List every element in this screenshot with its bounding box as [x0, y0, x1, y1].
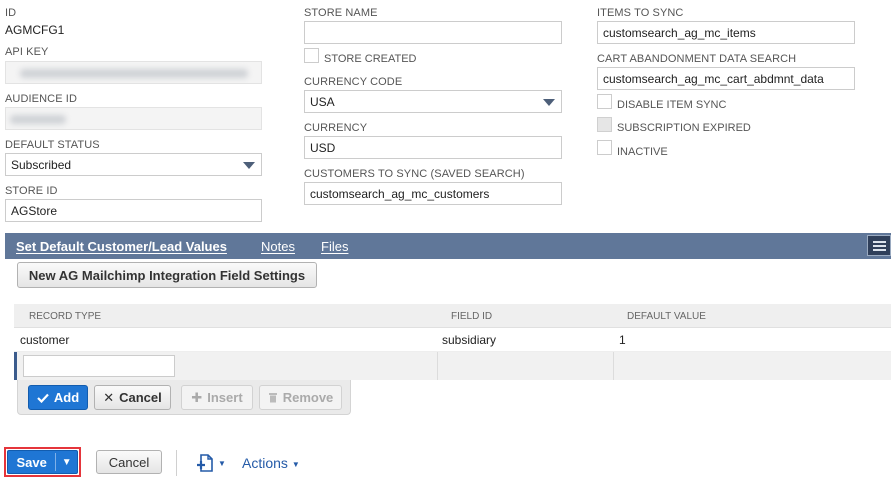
audience-id-field-redacted[interactable] — [5, 107, 262, 130]
currency-code-label: CURRENCY CODE — [304, 76, 403, 88]
customers-to-sync-label: CUSTOMERS TO SYNC (SAVED SEARCH) — [304, 168, 525, 180]
cart-abandonment-field[interactable]: customsearch_ag_mc_cart_abdmnt_data — [597, 67, 855, 90]
edit-row — [14, 352, 891, 380]
audience-id-label: AUDIENCE ID — [5, 93, 77, 105]
col-field-id: FIELD ID — [451, 311, 493, 322]
default-status-label: DEFAULT STATUS — [5, 139, 100, 151]
new-document-icon — [197, 454, 213, 472]
default-status-select[interactable]: Subscribed — [5, 153, 262, 176]
store-name-label: STORE NAME — [304, 7, 378, 19]
api-key-label: API KEY — [5, 46, 49, 58]
table-row[interactable]: customer subsidiary 1 — [14, 328, 891, 352]
chevron-down-icon — [243, 162, 255, 169]
currency-field[interactable]: USD — [304, 136, 562, 159]
add-button[interactable]: Add — [28, 385, 88, 410]
actions-menu[interactable]: Actions ▼ — [242, 455, 300, 471]
store-id-value: AGStore — [11, 204, 58, 218]
id-value: AGMCFG1 — [5, 23, 65, 37]
sublist-header: RECORD TYPE FIELD ID DEFAULT VALUE — [14, 304, 891, 328]
store-created-label: STORE CREATED — [324, 53, 417, 65]
plus-icon: ✚ — [191, 389, 203, 405]
close-icon: ✕ — [103, 389, 115, 405]
col-record-type: RECORD TYPE — [29, 311, 102, 322]
cart-abandonment-value: customsearch_ag_mc_cart_abdmnt_data — [603, 72, 824, 86]
dropdown-arrow-icon[interactable]: ▼ — [56, 457, 77, 468]
trash-icon — [268, 393, 277, 403]
tab-files[interactable]: Files — [321, 239, 348, 254]
row-cancel-label: Cancel — [119, 390, 162, 405]
chevron-down-icon — [543, 99, 555, 106]
redacted-text — [20, 69, 248, 78]
tab-set-default-values[interactable]: Set Default Customer/Lead Values — [16, 239, 227, 254]
redacted-text — [10, 115, 66, 124]
menu-icon[interactable] — [867, 235, 891, 256]
cart-abandonment-label: CART ABANDONMENT DATA SEARCH — [597, 53, 797, 65]
subscription-expired-label: SUBSCRIPTION EXPIRED — [617, 122, 751, 134]
row-edit-toolbar: Add ✕ Cancel ✚ Insert Remove — [17, 380, 351, 415]
disable-item-sync-label: DISABLE ITEM SYNC — [617, 99, 727, 111]
store-created-checkbox[interactable] — [304, 48, 319, 63]
store-id-field[interactable]: AGStore — [5, 199, 262, 222]
remove-button[interactable]: Remove — [259, 385, 342, 410]
id-label: ID — [5, 7, 17, 19]
column-divider — [613, 352, 614, 380]
cell-record-type: customer — [20, 333, 70, 347]
customers-to-sync-value: customsearch_ag_mc_customers — [310, 187, 490, 201]
disable-item-sync-checkbox[interactable] — [597, 94, 612, 109]
chevron-down-icon: ▼ — [218, 458, 226, 468]
inactive-checkbox[interactable] — [597, 140, 612, 155]
col-default-value: DEFAULT VALUE — [627, 311, 706, 322]
store-name-field[interactable] — [304, 21, 562, 44]
column-divider — [437, 352, 438, 380]
save-button[interactable]: Save ▼ — [7, 450, 78, 474]
items-to-sync-value: customsearch_ag_mc_items — [603, 26, 756, 40]
currency-code-select[interactable]: USA — [304, 90, 562, 113]
items-to-sync-field[interactable]: customsearch_ag_mc_items — [597, 21, 855, 44]
check-icon — [37, 393, 49, 403]
tab-notes[interactable]: Notes — [261, 239, 295, 254]
currency-code-value: USA — [310, 95, 335, 109]
items-to-sync-label: ITEMS TO SYNC — [597, 7, 684, 19]
cell-default-value: 1 — [619, 333, 626, 347]
row-cancel-button[interactable]: ✕ Cancel — [94, 385, 171, 410]
store-id-label: STORE ID — [5, 185, 58, 197]
currency-value: USD — [310, 141, 336, 155]
new-field-settings-button[interactable]: New AG Mailchimp Integration Field Setti… — [17, 262, 317, 288]
cancel-button[interactable]: Cancel — [96, 450, 162, 474]
record-type-input[interactable] — [23, 355, 175, 377]
api-key-field-redacted[interactable] — [5, 61, 262, 84]
new-record-menu[interactable]: ▼ — [196, 453, 230, 473]
subtab-bar: Set Default Customer/Lead Values Notes F… — [5, 233, 891, 259]
insert-button[interactable]: ✚ Insert — [181, 385, 253, 410]
add-label: Add — [53, 390, 80, 405]
subscription-expired-checkbox[interactable] — [597, 117, 612, 132]
inactive-label: INACTIVE — [617, 146, 668, 158]
actions-label: Actions — [242, 455, 288, 471]
remove-label: Remove — [282, 390, 334, 405]
customers-to-sync-field[interactable]: customsearch_ag_mc_customers — [304, 182, 562, 205]
save-label: Save — [16, 454, 47, 470]
cell-field-id: subsidiary — [442, 333, 497, 347]
default-status-value: Subscribed — [11, 158, 72, 172]
toolbar-divider — [176, 450, 177, 476]
insert-label: Insert — [207, 390, 243, 405]
currency-label: CURRENCY — [304, 122, 368, 134]
chevron-down-icon: ▼ — [291, 459, 300, 469]
